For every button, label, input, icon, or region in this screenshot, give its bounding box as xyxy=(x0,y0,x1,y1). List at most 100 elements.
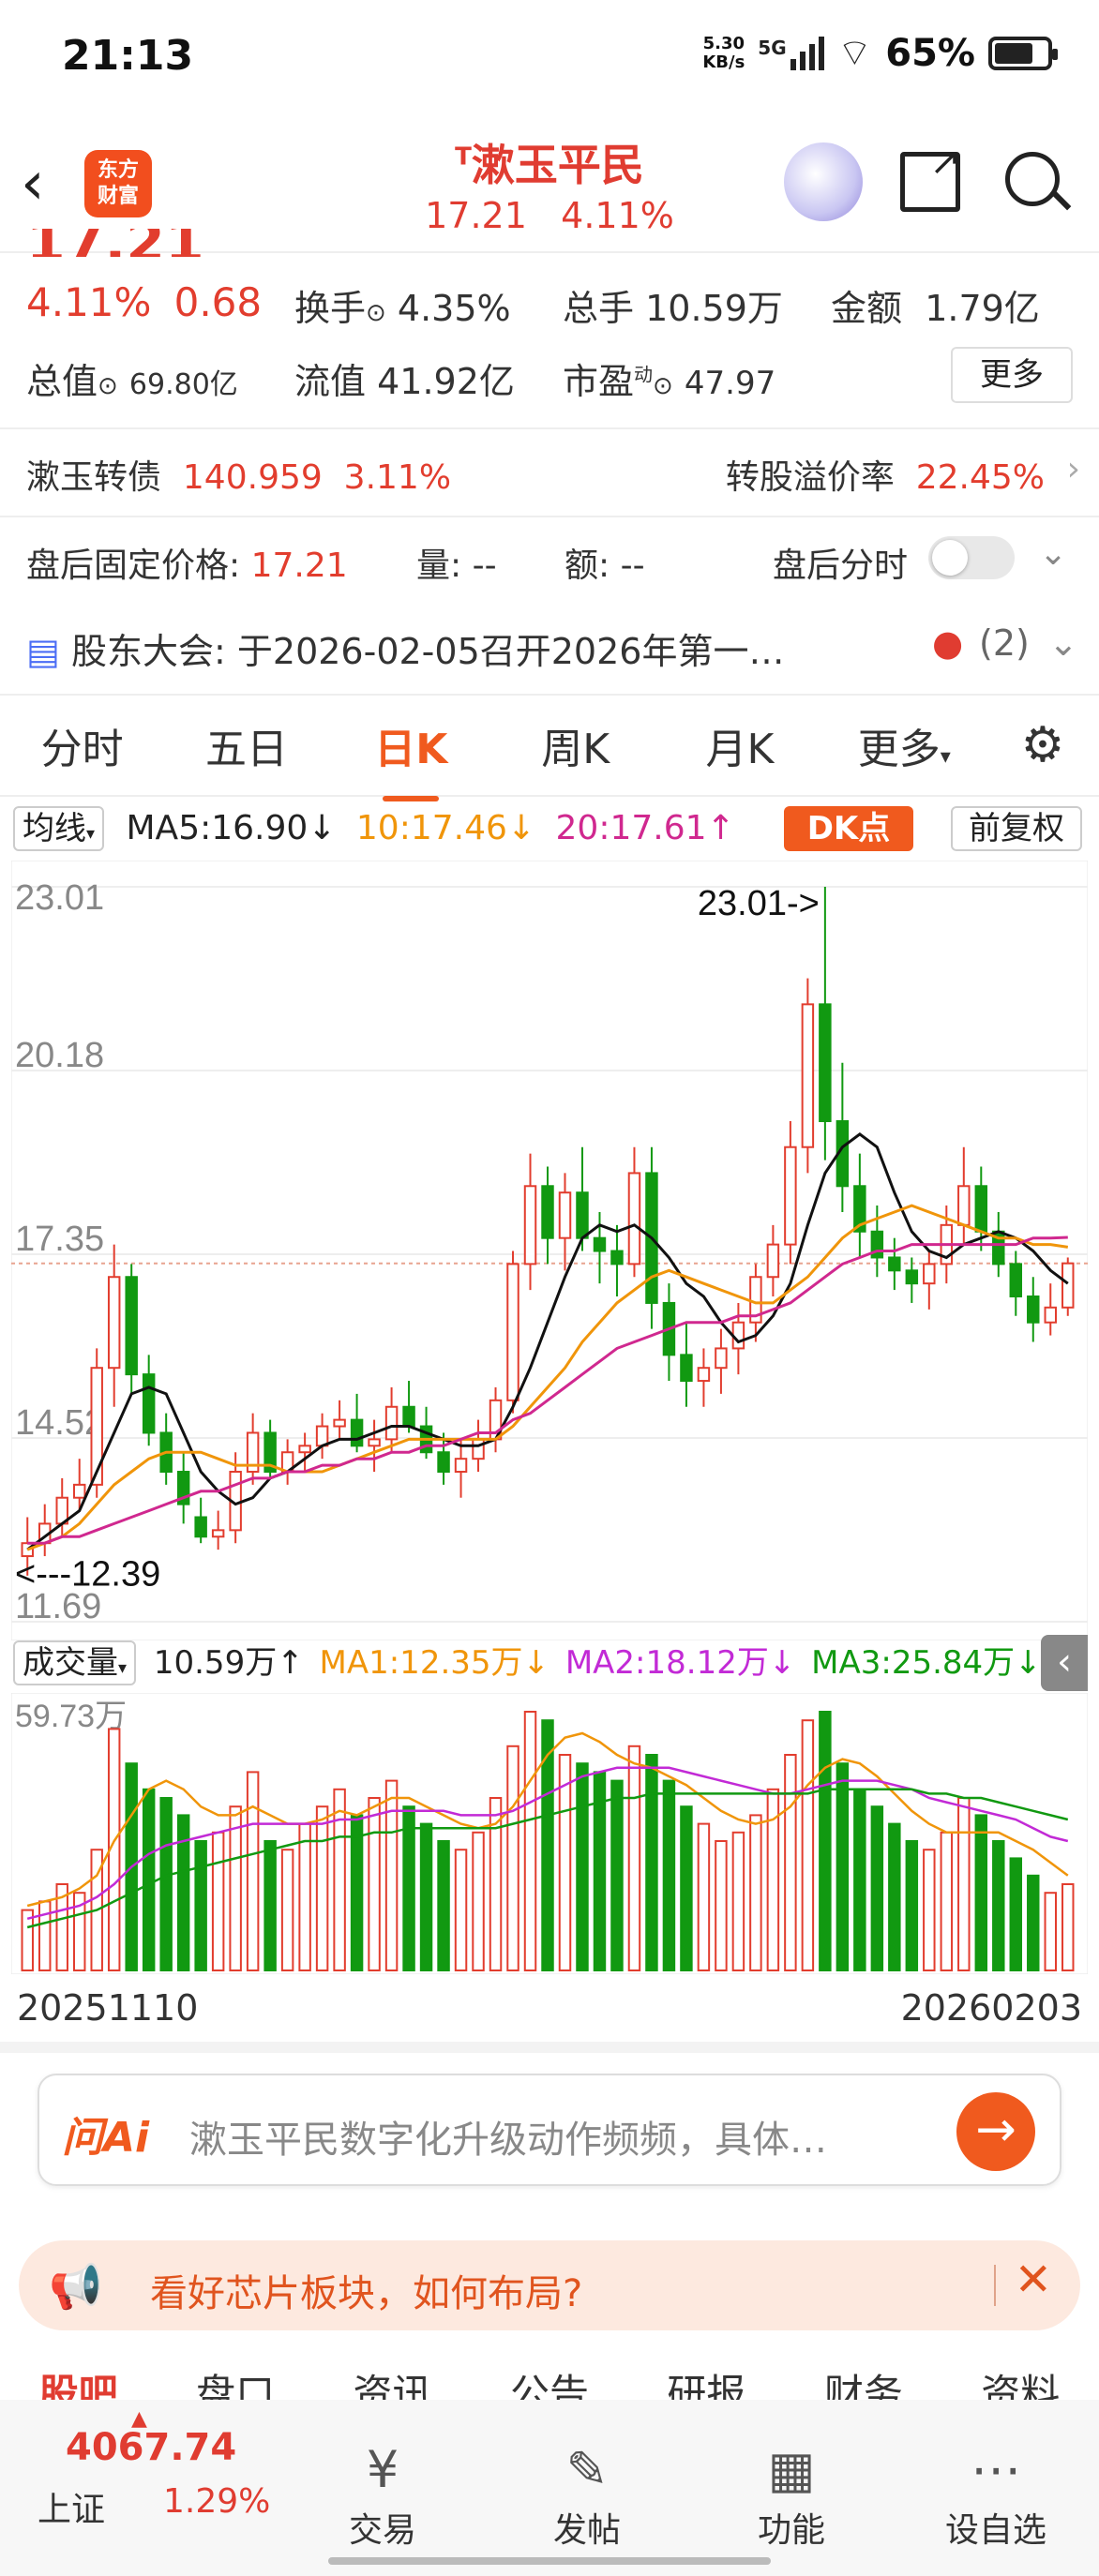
ai-input[interactable]: 漱玉平民数字化升级动作频频，具体… xyxy=(189,2109,827,2164)
candle-body xyxy=(315,1425,329,1447)
volume-bar xyxy=(1061,1883,1075,1971)
chevron-down-icon: ⌄ xyxy=(1048,622,1078,664)
nav-trade[interactable]: ¥ 交易 xyxy=(317,2437,448,2552)
end-date: 20260203 xyxy=(900,1987,1082,2029)
volume-legend: 成交量▾ 10.59万↑ MA1:12.35万↓ MA2:18.12万↓ MA3… xyxy=(13,1637,1086,1685)
yen-icon: ¥ xyxy=(366,2440,399,2499)
adjust-button[interactable]: 前复权 xyxy=(951,806,1082,851)
candle-body xyxy=(350,1418,364,1447)
arrow-right-icon[interactable]: → xyxy=(956,2092,1035,2171)
subtab-pankou[interactable]: 盘口 xyxy=(157,2366,313,2404)
candle-body xyxy=(888,1256,901,1272)
volume-bar xyxy=(870,1805,884,1971)
close-icon[interactable]: ✕ xyxy=(1015,2254,1052,2306)
volume-bar xyxy=(368,1797,381,1971)
gear-icon[interactable]: ⚙ xyxy=(986,717,1099,773)
volume-bar xyxy=(923,1849,936,1971)
volume-bar xyxy=(627,1745,641,1971)
candle-body xyxy=(923,1263,936,1285)
volume-bar xyxy=(419,1822,433,1971)
candle-body xyxy=(107,1276,121,1370)
subtab-finance[interactable]: 财务 xyxy=(785,2366,941,2404)
candle-body xyxy=(627,1172,641,1266)
candle-body xyxy=(697,1367,711,1383)
volume-bar xyxy=(836,1762,850,1971)
volume-bar xyxy=(888,1822,901,1971)
volume-bar xyxy=(159,1797,173,1971)
tab-monthly-k[interactable]: 月K xyxy=(657,715,821,775)
candle-body xyxy=(593,1236,607,1252)
nav-function[interactable]: ▦ 功能 xyxy=(726,2437,857,2552)
volume-bar xyxy=(715,1840,728,1971)
candle-body xyxy=(472,1438,485,1460)
tab-timeshare[interactable]: 分时 xyxy=(0,715,164,775)
tab-daily-k[interactable]: 日K xyxy=(329,715,493,801)
subtab-profile[interactable]: 资料 xyxy=(942,2366,1099,2404)
volume-bar xyxy=(853,1788,866,1971)
more-button[interactable]: 更多 xyxy=(951,347,1073,403)
volume-chart: 59.73万 xyxy=(11,1693,1088,1974)
candle-body xyxy=(90,1367,103,1486)
quote-row-1: 4.11% 0.68 换手⊙ 4.35% 总手 10.59万 金额 1.79亿 xyxy=(26,279,1040,329)
candle-body xyxy=(298,1445,311,1454)
volume-bar xyxy=(731,1831,745,1971)
volume-bar xyxy=(384,1779,399,1971)
price-axis-label: 20.18 xyxy=(15,1036,104,1075)
tab-five-day[interactable]: 五日 xyxy=(164,715,328,775)
candle-body xyxy=(333,1418,346,1428)
candle-body xyxy=(905,1269,919,1285)
volume-bar xyxy=(402,1805,415,1971)
tab-more[interactable]: 更多▾ xyxy=(822,715,986,775)
assistant-avatar[interactable] xyxy=(784,142,863,221)
search-icon[interactable] xyxy=(1005,152,1060,206)
volume-bar xyxy=(21,1909,34,1972)
nav-post[interactable]: ✎ 发帖 xyxy=(521,2437,653,2552)
volume-bar xyxy=(680,1805,693,1971)
nav-custom[interactable]: ⋯ 设自选 xyxy=(930,2437,1061,2552)
candle-body xyxy=(731,1321,745,1350)
after-hours-toggle[interactable] xyxy=(928,536,1015,579)
volume-bar xyxy=(905,1840,919,1971)
ai-question-box[interactable]: 问Ai 漱玉平民数字化升级动作频频，具体… → xyxy=(38,2074,1061,2186)
subtab-news[interactable]: 资讯 xyxy=(314,2366,471,2404)
tab-weekly-k[interactable]: 周K xyxy=(493,715,657,775)
index-value[interactable]: 4067.74 xyxy=(66,2426,236,2469)
more-dots-icon: ⋯ xyxy=(971,2440,1021,2499)
candle-body xyxy=(715,1347,728,1370)
high-annotation: 23.01-> xyxy=(698,884,820,923)
dk-button[interactable]: DK点 xyxy=(784,806,913,851)
after-hours-row: 盘后固定价格: 17.21 量: -- 额: -- 盘后分时 xyxy=(26,547,909,585)
volume-bar xyxy=(610,1779,624,1971)
megaphone-icon: 📢 xyxy=(49,2261,103,2312)
subtab-research[interactable]: 研报 xyxy=(628,2366,785,2404)
candle-body xyxy=(506,1263,519,1401)
volume-bar xyxy=(819,1711,832,1971)
volume-bar xyxy=(940,1831,954,1971)
volume-bar xyxy=(541,1719,554,1971)
volume-bar xyxy=(211,1831,225,1971)
share-icon[interactable]: ↗ xyxy=(900,143,961,212)
candle-body xyxy=(384,1405,399,1441)
candle-body xyxy=(766,1243,780,1279)
collapse-icon[interactable]: ‹ xyxy=(1041,1635,1088,1691)
announcement-row[interactable]: ▤ 股东大会: 于2026-02-05召开2026年第一… ● (2) ⌄ xyxy=(26,622,1078,674)
quote-row-2: 总值⊙ 69.80亿 流值 41.92亿 市盈动⊙ 47.97 xyxy=(26,361,776,402)
subtab-guba[interactable]: 股吧 xyxy=(0,2366,157,2404)
volume-bar xyxy=(142,1788,156,1971)
ma-selector[interactable]: 均线▾ xyxy=(13,806,105,851)
volume-bar xyxy=(333,1788,346,1971)
candle-body xyxy=(541,1185,554,1239)
kline-chart[interactable]: 23.0120.1817.3514.5211.6923.01-><---12.3… xyxy=(11,861,1088,1640)
bond-row[interactable]: 漱玉转债 140.959 3.11% 转股溢价率 22.45% › xyxy=(26,450,1080,499)
volume-bar xyxy=(280,1849,294,1971)
subtab-announce[interactable]: 公告 xyxy=(471,2366,627,2404)
chevron-down-icon[interactable]: ⌄ xyxy=(1039,534,1067,573)
volume-bar xyxy=(974,1814,988,1971)
volume-bar xyxy=(315,1805,329,1971)
notice-banner[interactable]: 📢 看好芯片板块，如何布局? ✕ xyxy=(19,2240,1080,2330)
notice-divider xyxy=(994,2265,996,2306)
candle-body xyxy=(211,1529,225,1538)
volume-bar xyxy=(350,1814,364,1971)
candle-body xyxy=(437,1451,450,1474)
volume-selector[interactable]: 成交量▾ xyxy=(13,1640,137,1685)
